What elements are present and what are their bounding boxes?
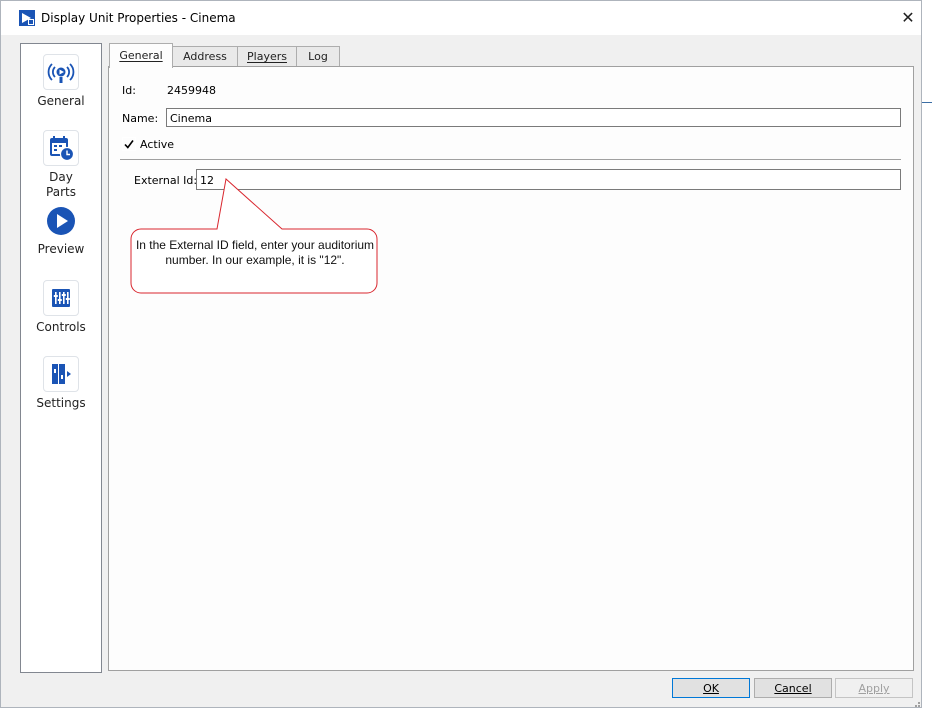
apply-button-label: Apply xyxy=(858,682,890,695)
tab-label: Address xyxy=(183,50,227,63)
active-label: Active xyxy=(140,138,175,151)
sidebar-item-label: Settings xyxy=(36,396,86,410)
cancel-button[interactable]: Cancel xyxy=(754,678,832,698)
play-icon xyxy=(44,204,78,238)
close-button[interactable]: ✕ xyxy=(897,7,919,29)
cancel-button-label: Cancel xyxy=(774,682,812,695)
settings-panel-icon xyxy=(43,356,79,392)
broadcast-icon xyxy=(43,54,79,90)
tab-players[interactable]: Players xyxy=(237,46,297,67)
ok-button[interactable]: OK xyxy=(672,678,750,698)
app-logo-icon xyxy=(19,10,35,26)
sidebar-item-label: Preview xyxy=(37,242,85,256)
tab-label: Log xyxy=(308,50,328,63)
sidebar: General Day Parts Preview Controls Setti… xyxy=(20,43,102,673)
sidebar-item-settings[interactable]: Settings xyxy=(21,356,101,411)
dialog-window: Display Unit Properties - Cinema ✕ Gener… xyxy=(0,0,922,708)
separator xyxy=(120,159,901,160)
sidebar-item-day-parts[interactable]: Day Parts xyxy=(21,130,101,200)
ok-button-label: OK xyxy=(703,682,719,695)
calendar-clock-icon xyxy=(43,130,79,166)
general-tab-panel xyxy=(108,66,914,671)
sidebar-item-general[interactable]: General xyxy=(21,54,101,109)
title-bar[interactable]: Display Unit Properties - Cinema ✕ xyxy=(1,1,921,35)
name-field[interactable]: Cinema xyxy=(166,108,901,127)
resize-grip-icon[interactable] xyxy=(912,699,920,707)
callout-text: In the External ID field, enter your aud… xyxy=(135,238,375,267)
sidebar-item-label: Day Parts xyxy=(46,170,76,199)
sidebar-item-label: Controls xyxy=(36,320,86,334)
sidebar-item-label: General xyxy=(37,94,85,108)
id-label: Id: xyxy=(122,84,136,97)
tab-general[interactable]: General xyxy=(109,43,173,68)
tab-label: General xyxy=(119,49,163,62)
name-label: Name: xyxy=(122,112,159,125)
sidebar-item-controls[interactable]: Controls xyxy=(21,280,101,335)
active-checkbox[interactable] xyxy=(122,137,136,151)
tab-label: Players xyxy=(247,50,287,63)
id-value: 2459948 xyxy=(167,84,216,97)
sidebar-item-preview[interactable]: Preview xyxy=(21,204,101,257)
sliders-icon xyxy=(43,280,79,316)
background-line xyxy=(922,102,932,103)
window-title: Display Unit Properties - Cinema xyxy=(41,11,236,25)
apply-button: Apply xyxy=(835,678,913,698)
tab-log[interactable]: Log xyxy=(296,46,340,67)
tab-address[interactable]: Address xyxy=(172,46,238,67)
